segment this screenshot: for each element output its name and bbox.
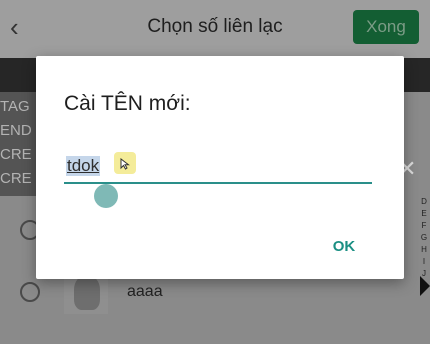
- tag-line: TAG: [0, 98, 30, 115]
- text-selection-handle[interactable]: [94, 184, 118, 208]
- pointer-cursor-icon: [114, 152, 136, 174]
- radio-button[interactable]: [20, 282, 40, 302]
- alpha-letter[interactable]: E: [418, 208, 430, 220]
- alpha-letter[interactable]: F: [418, 220, 430, 232]
- done-button[interactable]: Xong: [353, 10, 419, 44]
- alpha-letter[interactable]: D: [418, 196, 430, 208]
- dialog-title: Cài TÊN mới:: [64, 92, 191, 115]
- input-selected-text[interactable]: tdok: [66, 156, 101, 176]
- rename-dialog: Cài TÊN mới: tdok OK: [36, 56, 404, 279]
- alpha-letter[interactable]: H: [418, 244, 430, 256]
- alpha-letter[interactable]: I: [418, 256, 430, 268]
- alpha-letter[interactable]: G: [418, 232, 430, 244]
- tag-line: CRE: [0, 146, 32, 163]
- tag-line: END: [0, 122, 32, 139]
- ok-button[interactable]: OK: [323, 232, 365, 260]
- contact-name: aaaa: [127, 283, 163, 300]
- tag-line: CRE: [0, 170, 32, 187]
- play-icon[interactable]: [420, 276, 430, 296]
- avatar-image: [74, 276, 100, 310]
- name-input[interactable]: tdok: [64, 150, 372, 184]
- app-header: ‹ Chọn số liên lạc Xong: [0, 0, 430, 58]
